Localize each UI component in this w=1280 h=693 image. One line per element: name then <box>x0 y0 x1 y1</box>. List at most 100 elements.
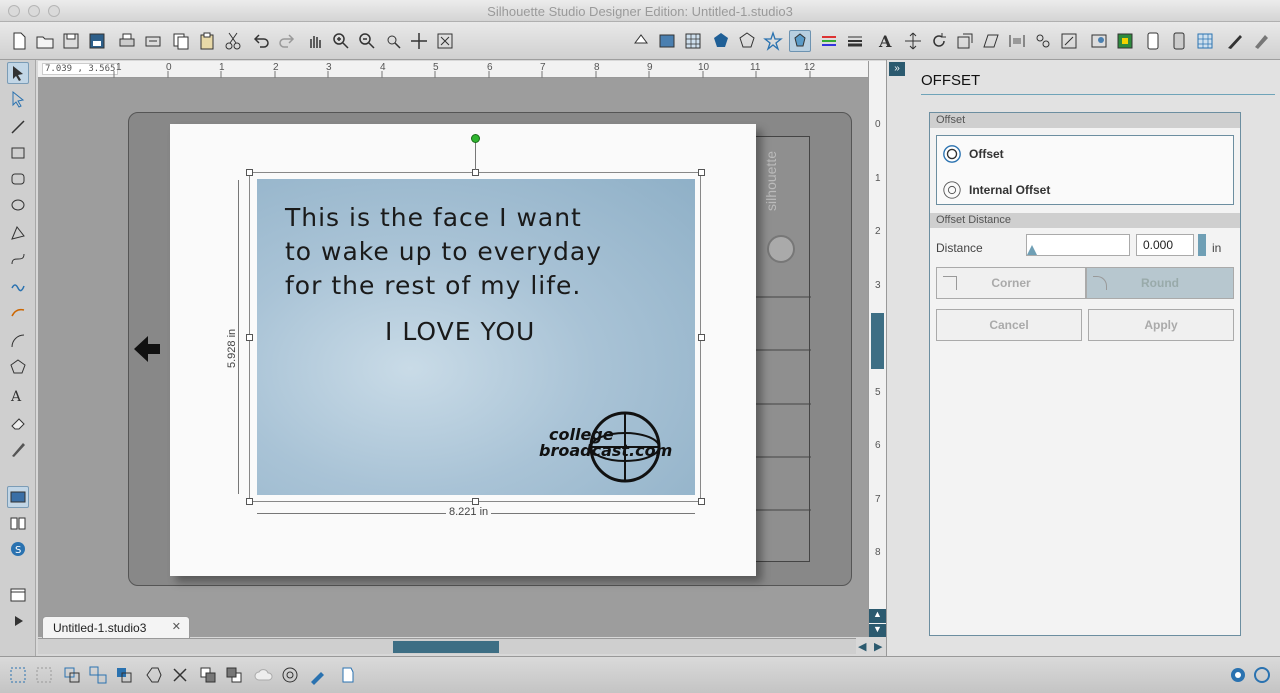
cut-scissors-icon[interactable] <box>222 30 244 52</box>
vertical-scroll-thumb[interactable] <box>871 313 884 369</box>
sketch-icon[interactable] <box>1250 30 1272 52</box>
smooth-freehand-tool-icon[interactable] <box>7 300 29 322</box>
paste-icon[interactable] <box>196 30 218 52</box>
fill-panel-icon[interactable] <box>710 30 732 52</box>
play-triangle-icon[interactable] <box>7 610 29 632</box>
scroll-right-arrow-icon[interactable]: ▶ <box>874 640 882 653</box>
page-setup-icon[interactable] <box>656 30 678 52</box>
undo-icon[interactable] <box>250 30 272 52</box>
design-view-icon[interactable] <box>7 486 29 508</box>
polygon-tool-icon[interactable] <box>7 222 29 244</box>
new-document-icon[interactable] <box>8 30 30 52</box>
save-icon[interactable] <box>60 30 82 52</box>
close-tab-icon[interactable]: ✕ <box>172 620 181 633</box>
distance-stepper[interactable] <box>1198 234 1206 256</box>
internal-offset-option[interactable]: Internal Offset <box>941 178 1050 202</box>
eraser-tool-icon[interactable] <box>7 412 29 434</box>
left-arrow-icon[interactable] <box>134 334 160 364</box>
send-to-silhouette-icon[interactable] <box>1168 30 1190 52</box>
regular-polygon-tool-icon[interactable] <box>7 356 29 378</box>
round-button[interactable]: Round <box>1086 267 1234 299</box>
note-photo[interactable]: This is the face I want to wake up to ev… <box>257 179 695 495</box>
scale-icon[interactable] <box>954 30 976 52</box>
print-and-cut-icon[interactable] <box>142 30 164 52</box>
send-to-back-icon[interactable] <box>222 663 246 687</box>
sync-icon[interactable] <box>1250 663 1274 687</box>
corner-button[interactable]: Corner <box>936 267 1086 299</box>
resize-handle[interactable] <box>472 169 479 176</box>
trace-pen-icon[interactable] <box>306 663 330 687</box>
weld-icon[interactable] <box>142 663 166 687</box>
ungroup-icon[interactable] <box>86 663 110 687</box>
apply-button[interactable]: Apply <box>1088 309 1234 341</box>
distance-input[interactable]: 0.000 <box>1136 234 1194 256</box>
deselect-icon[interactable] <box>32 663 56 687</box>
horizontal-scroll-thumb[interactable] <box>393 641 499 653</box>
modify-icon[interactable] <box>1058 30 1080 52</box>
knife-tool-icon[interactable] <box>7 438 29 460</box>
line-tool-icon[interactable] <box>7 116 29 138</box>
line-style-icon[interactable] <box>736 30 758 52</box>
rectangle-tool-icon[interactable] <box>7 142 29 164</box>
document-tab[interactable]: Untitled-1.studio3 ✕ <box>42 616 190 638</box>
settings-gear-icon[interactable] <box>1226 663 1250 687</box>
horizontal-scrollbar[interactable]: ◀ ▶ <box>38 638 882 654</box>
cancel-button[interactable]: Cancel <box>936 309 1082 341</box>
resize-handle[interactable] <box>246 334 253 341</box>
line-color-icon[interactable] <box>762 30 784 52</box>
text-tool-icon[interactable]: A <box>7 384 29 406</box>
group-icon[interactable] <box>60 663 84 687</box>
distance-slider[interactable] <box>1026 234 1130 256</box>
zoom-out-icon[interactable] <box>356 30 378 52</box>
scroll-up-arrow-icon[interactable]: ▲ <box>869 609 886 623</box>
offset-tool-icon[interactable] <box>789 30 811 52</box>
align-icon[interactable] <box>1006 30 1028 52</box>
grid-settings-icon[interactable] <box>682 30 704 52</box>
zoom-selection-icon[interactable] <box>382 30 404 52</box>
scroll-down-arrow-icon[interactable]: ▼ <box>869 624 886 637</box>
online-store-icon[interactable]: S <box>7 538 29 560</box>
select-all-icon[interactable] <box>6 663 30 687</box>
pan-hand-icon[interactable] <box>304 30 326 52</box>
curve-tool-icon[interactable] <box>7 248 29 270</box>
resize-handle[interactable] <box>472 498 479 505</box>
resize-handle[interactable] <box>698 169 705 176</box>
open-folder-icon[interactable] <box>34 30 56 52</box>
cloud-icon[interactable] <box>252 663 276 687</box>
make-compound-path-icon[interactable] <box>112 663 136 687</box>
fill-color-icon[interactable] <box>630 30 652 52</box>
select-arrow-icon[interactable] <box>7 62 29 84</box>
rounded-rectangle-tool-icon[interactable] <box>7 168 29 190</box>
transform-icon[interactable] <box>902 30 924 52</box>
resize-handle[interactable] <box>246 169 253 176</box>
replicate-icon[interactable] <box>1032 30 1054 52</box>
save-to-library-icon[interactable] <box>86 30 108 52</box>
delete-x-icon[interactable] <box>168 663 192 687</box>
zoom-in-icon[interactable] <box>330 30 352 52</box>
print-icon[interactable] <box>116 30 138 52</box>
scroll-left-arrow-icon[interactable]: ◀ <box>858 640 866 653</box>
offset-circle-icon[interactable] <box>278 663 302 687</box>
rotate-handle[interactable] <box>471 134 480 143</box>
redo-icon[interactable] <box>276 30 298 52</box>
resize-handle[interactable] <box>698 498 705 505</box>
resize-handle[interactable] <box>698 334 705 341</box>
freehand-tool-icon[interactable] <box>7 274 29 296</box>
registration-marks-icon[interactable] <box>1114 30 1136 52</box>
line-thickness-icon[interactable] <box>844 30 866 52</box>
copy-icon[interactable] <box>170 30 192 52</box>
library-book-icon[interactable] <box>7 512 29 534</box>
page-shadow-icon[interactable] <box>336 663 360 687</box>
offset-option[interactable]: Offset <box>941 142 1004 166</box>
rotate-icon[interactable] <box>928 30 950 52</box>
knife-tool-icon[interactable] <box>1224 30 1246 52</box>
edit-points-icon[interactable] <box>7 88 29 110</box>
bring-to-front-icon[interactable] <box>196 663 220 687</box>
text-style-icon[interactable]: A <box>874 30 896 52</box>
fit-to-page-icon[interactable] <box>434 30 456 52</box>
line-colors-icon[interactable] <box>818 30 840 52</box>
collapse-panel-icon[interactable]: » <box>889 62 905 76</box>
trace-icon[interactable] <box>1088 30 1110 52</box>
drag-zoom-icon[interactable] <box>408 30 430 52</box>
ellipse-tool-icon[interactable] <box>7 194 29 216</box>
